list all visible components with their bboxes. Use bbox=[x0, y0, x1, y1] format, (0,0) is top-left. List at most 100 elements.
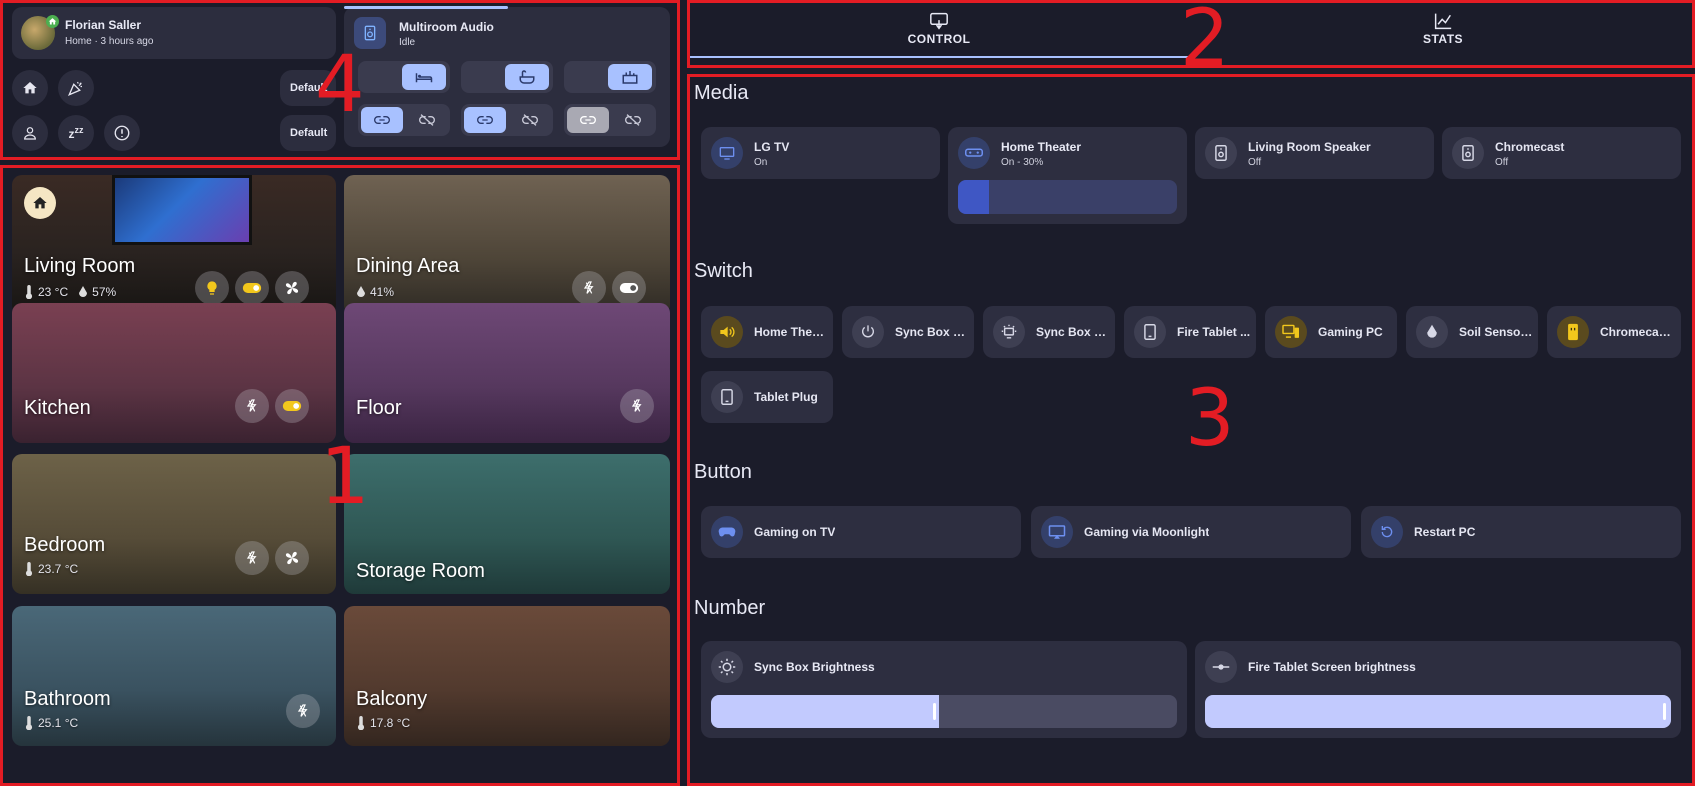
annotation-number-3: 3 bbox=[1185, 374, 1235, 464]
media-chromecast[interactable]: Chromecast Off bbox=[1442, 127, 1681, 179]
volume-slider[interactable] bbox=[958, 180, 1177, 214]
group-toggle-2[interactable] bbox=[461, 104, 553, 136]
person-status: Home · 3 hours ago bbox=[65, 36, 154, 47]
room-temperature: 25.1 °C bbox=[38, 716, 79, 730]
person-card[interactable]: Florian Saller Home · 3 hours ago bbox=[12, 7, 336, 59]
button-gaming-via-moonlight[interactable]: Gaming via Moonlight bbox=[1031, 506, 1351, 558]
progress-indicator bbox=[344, 6, 508, 9]
group-toggle-1[interactable] bbox=[358, 104, 450, 136]
room-tile-bedroom[interactable]: Bedroom 23.7 °C bbox=[12, 454, 336, 594]
light-off-button[interactable] bbox=[572, 271, 606, 305]
fan-button[interactable] bbox=[275, 541, 309, 575]
tab-bar: CONTROL STATS bbox=[687, 0, 1695, 66]
tab-control[interactable]: CONTROL bbox=[687, 0, 1191, 60]
toggle-off-icon bbox=[619, 283, 639, 293]
cast-icon bbox=[1041, 516, 1073, 548]
room-tile-kitchen[interactable]: Kitchen bbox=[12, 303, 336, 443]
light-off-button[interactable] bbox=[235, 541, 269, 575]
switch-chromecast[interactable]: Chromecas... bbox=[1547, 306, 1681, 358]
section-media: Media bbox=[694, 82, 749, 104]
ambilight-icon bbox=[993, 316, 1025, 348]
link-icon bbox=[464, 107, 506, 133]
toggle-button[interactable] bbox=[235, 271, 269, 305]
media-lg-tv[interactable]: LG TV On bbox=[701, 127, 940, 179]
room-tile-dining-area[interactable]: Dining Area 41% bbox=[344, 175, 670, 315]
thermometer-icon bbox=[25, 716, 33, 730]
switch-fire-tablet[interactable]: Fire Tablet ... bbox=[1124, 306, 1256, 358]
media-home-theater[interactable]: Home Theater On - 30% bbox=[948, 127, 1187, 224]
power-icon bbox=[852, 316, 884, 348]
switch-gaming-pc[interactable]: Gaming PC bbox=[1265, 306, 1397, 358]
group-toggle-3[interactable] bbox=[564, 104, 656, 136]
desktop-icon bbox=[1275, 316, 1307, 348]
room-tile-living-room[interactable]: Living Room 23 °C 57% bbox=[12, 175, 336, 315]
default-button-1[interactable]: Default bbox=[280, 70, 336, 106]
toggle-on-icon bbox=[242, 283, 262, 293]
toggle-button[interactable] bbox=[275, 389, 309, 423]
bed-icon bbox=[402, 64, 446, 90]
home-icon bbox=[24, 187, 56, 219]
room-kitchen-selector[interactable] bbox=[564, 61, 656, 93]
touch-screen-icon bbox=[930, 12, 948, 30]
switch-sync-box-light[interactable]: Sync Box Li... bbox=[983, 306, 1115, 358]
default-button-2[interactable]: Default bbox=[280, 115, 336, 151]
room-bed-selector[interactable] bbox=[358, 61, 450, 93]
tab-stats[interactable]: STATS bbox=[1191, 0, 1695, 60]
gamepad-icon bbox=[711, 516, 743, 548]
tablet-icon bbox=[711, 381, 743, 413]
volume-icon bbox=[711, 316, 743, 348]
toggle-button[interactable] bbox=[612, 271, 646, 305]
thermometer-icon bbox=[25, 562, 33, 576]
home-icon bbox=[23, 82, 37, 94]
media-living-room-speaker[interactable]: Living Room Speaker Off bbox=[1195, 127, 1434, 179]
room-tile-storage-room[interactable]: Storage Room bbox=[344, 454, 670, 594]
light-bulb-button[interactable] bbox=[195, 271, 229, 305]
number-fire-tablet-brightness: Fire Tablet Screen brightness bbox=[1195, 641, 1681, 738]
link-off-icon bbox=[612, 107, 654, 133]
room-temperature: 23.7 °C bbox=[38, 562, 79, 576]
button-gaming-on-tv[interactable]: Gaming on TV bbox=[701, 506, 1021, 558]
thermometer-icon bbox=[357, 716, 365, 730]
alert-mode-button[interactable] bbox=[104, 115, 140, 151]
light-bulb-icon bbox=[207, 281, 217, 295]
room-bath-selector[interactable] bbox=[461, 61, 553, 93]
brightness-slider[interactable] bbox=[1205, 695, 1671, 728]
light-off-icon bbox=[246, 551, 257, 564]
fan-icon bbox=[285, 551, 299, 565]
slider-icon bbox=[1205, 651, 1237, 683]
chart-line-icon bbox=[1434, 13, 1452, 30]
room-temperature: 23 °C bbox=[38, 285, 69, 299]
link-off-icon bbox=[406, 107, 448, 133]
alert-circle-icon bbox=[114, 125, 130, 141]
slider-fill bbox=[711, 695, 940, 728]
switch-soil-sensor[interactable]: Soil Sensor... bbox=[1406, 306, 1538, 358]
slider-handle[interactable] bbox=[933, 703, 937, 720]
party-mode-button[interactable] bbox=[58, 70, 94, 106]
brightness-slider[interactable] bbox=[711, 695, 1177, 728]
button-restart-pc[interactable]: Restart PC bbox=[1361, 506, 1681, 558]
speaker-icon bbox=[1205, 137, 1237, 169]
room-tile-bathroom[interactable]: Bathroom 25.1 °C bbox=[12, 606, 336, 746]
bathtub-icon bbox=[505, 64, 549, 90]
light-off-button[interactable] bbox=[620, 389, 654, 423]
sleep-mode-button[interactable]: zzz bbox=[58, 115, 94, 151]
number-sync-box-brightness: Sync Box Brightness bbox=[701, 641, 1187, 738]
room-tile-floor[interactable]: Floor bbox=[344, 303, 670, 443]
fan-button[interactable] bbox=[275, 271, 309, 305]
speaker-icon bbox=[1452, 137, 1484, 169]
light-off-button[interactable] bbox=[286, 694, 320, 728]
room-humidity: 57% bbox=[92, 285, 117, 299]
section-number: Number bbox=[694, 597, 766, 619]
switch-home-theater[interactable]: Home Thea... bbox=[701, 306, 833, 358]
light-off-button[interactable] bbox=[235, 389, 269, 423]
switch-sync-box-power[interactable]: Sync Box P... bbox=[842, 306, 974, 358]
speaker-icon bbox=[354, 17, 386, 49]
away-mode-button[interactable] bbox=[12, 115, 48, 151]
slider-handle[interactable] bbox=[1663, 703, 1666, 720]
brightness-icon bbox=[711, 651, 743, 683]
stove-icon bbox=[608, 64, 652, 90]
home-mode-button[interactable] bbox=[12, 70, 48, 106]
light-off-icon bbox=[583, 281, 594, 294]
switch-tablet-plug[interactable]: Tablet Plug bbox=[701, 371, 833, 423]
room-tile-balcony[interactable]: Balcony 17.8 °C bbox=[344, 606, 670, 746]
